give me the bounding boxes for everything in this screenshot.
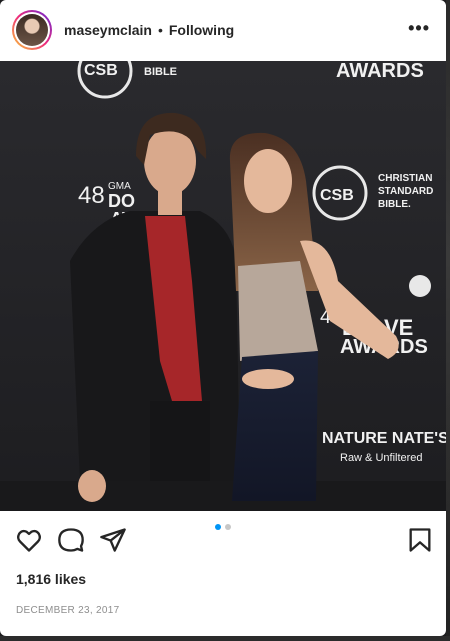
photo-scene: CSB BIBLE AWARDS 48 GMA DO AW CSB CHRIST… xyxy=(0,61,446,511)
action-bar xyxy=(0,520,446,560)
backdrop-bible-top: BIBLE xyxy=(144,66,177,78)
backdrop-standard: STANDARD xyxy=(378,186,433,197)
post-card: maseymclain • Following ••• CSB BIBLE AW… xyxy=(0,0,446,636)
woman-hand xyxy=(242,369,294,389)
backdrop-bible: BIBLE. xyxy=(378,199,411,210)
backdrop-raw-unfiltered: Raw & Unfiltered xyxy=(340,452,423,464)
backdrop-csb-top: CSB xyxy=(84,62,118,79)
comment-icon[interactable] xyxy=(57,526,85,554)
man-hand xyxy=(78,470,106,502)
share-icon[interactable] xyxy=(99,526,127,554)
header-separator: • xyxy=(157,22,163,38)
likes-count[interactable]: 1,816 likes xyxy=(16,571,86,587)
username-link[interactable]: maseymclain xyxy=(64,22,152,38)
following-button[interactable]: Following xyxy=(169,22,234,38)
bookmark-icon[interactable] xyxy=(406,526,434,554)
backdrop-csb: CSB xyxy=(320,187,354,204)
post-photo[interactable]: CSB BIBLE AWARDS 48 GMA DO AW CSB CHRIST… xyxy=(0,61,446,511)
backdrop-nature-nates: NATURE NATE'S xyxy=(322,430,446,447)
post-header: maseymclain • Following ••• xyxy=(0,0,446,60)
background-edge-right xyxy=(446,0,450,641)
more-options-icon[interactable]: ••• xyxy=(408,18,430,39)
background-edge-bottom xyxy=(0,636,450,641)
post-date[interactable]: DECEMBER 23, 2017 xyxy=(16,605,119,616)
backdrop-gma-48: 48 xyxy=(78,182,105,209)
backdrop-awards-top: AWARDS xyxy=(336,61,424,82)
avatar[interactable] xyxy=(12,10,52,50)
avatar-photo xyxy=(16,14,48,46)
backdrop-gma-do: DO xyxy=(108,191,135,211)
woman-face xyxy=(244,149,292,213)
man-pants xyxy=(150,401,210,481)
heart-icon[interactable] xyxy=(15,526,43,554)
dove-logo xyxy=(409,275,431,297)
backdrop-christian: CHRISTIAN xyxy=(378,173,432,184)
